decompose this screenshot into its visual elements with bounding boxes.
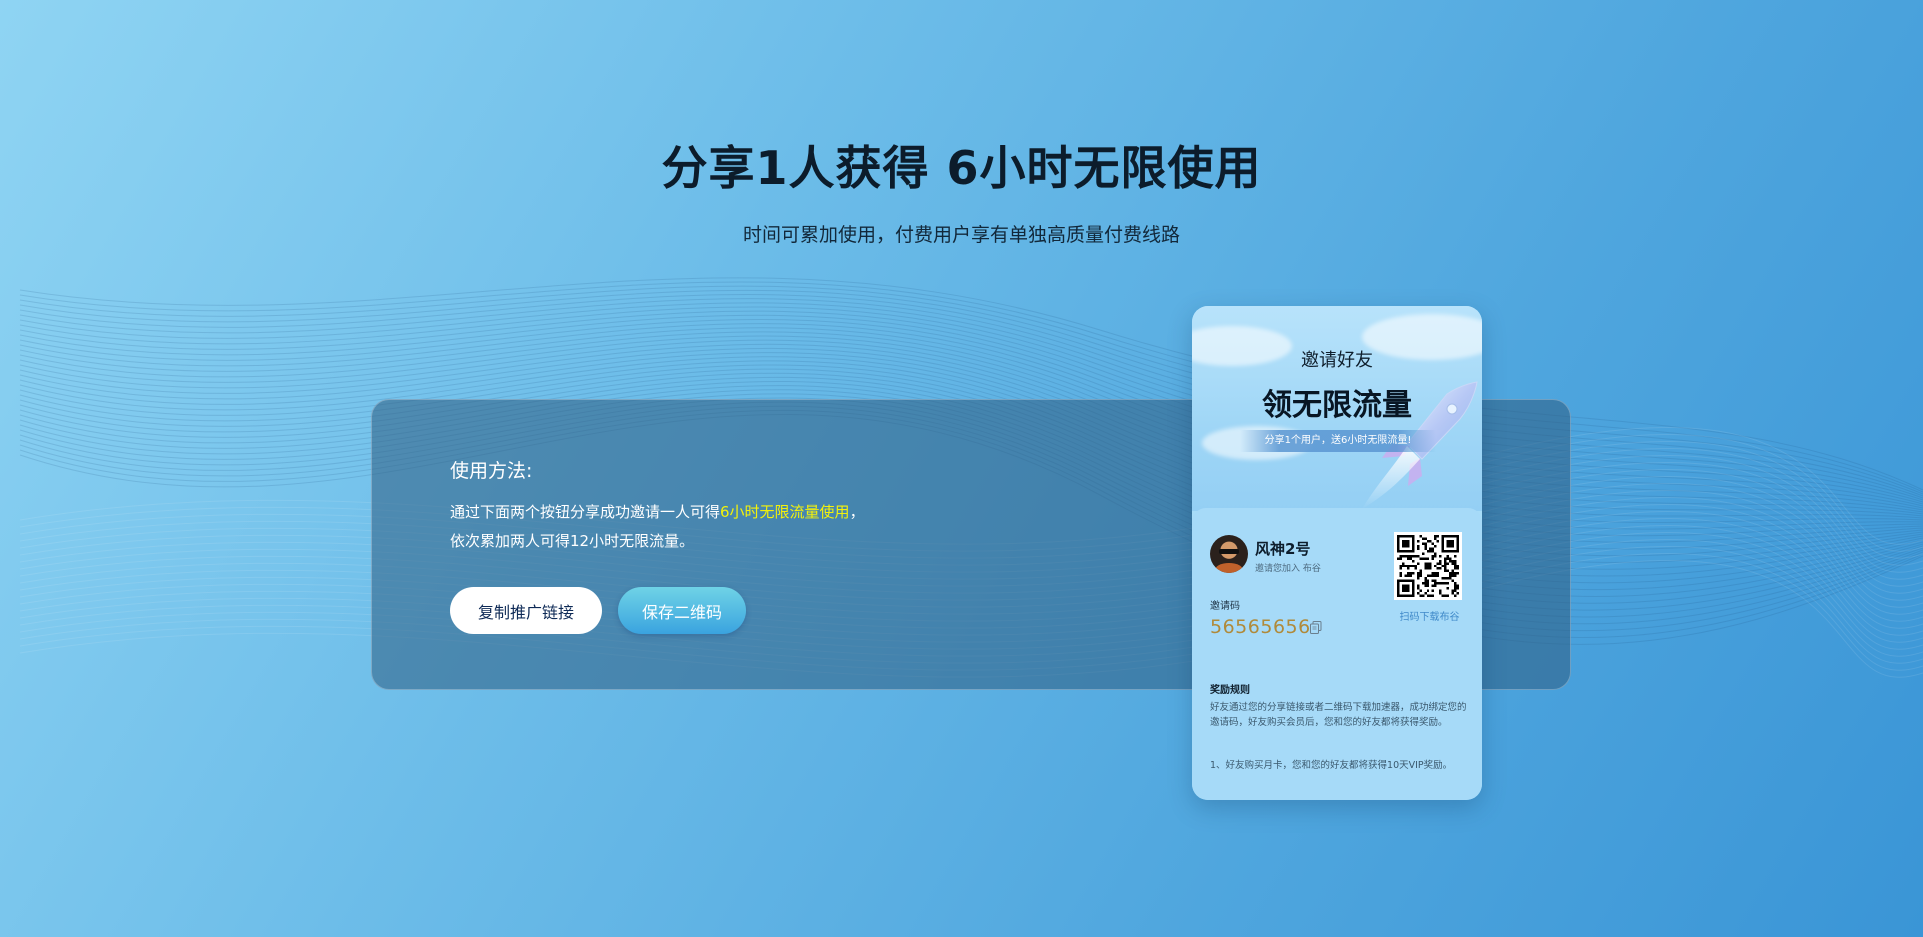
qr-caption: 扫码下载布谷 [1399, 612, 1460, 623]
page-title: 分享1人获得 6小时无限使用 [661, 141, 1262, 195]
rules-text: 好友通过您的分享链接或者二维码下载加速器，成功绑定您的邀请码，好友购买会员后，您… [1210, 702, 1467, 728]
rules-title: 奖励规则 [1210, 685, 1250, 696]
avatar-glasses [1219, 549, 1239, 554]
save-qr-button[interactable]: 保存二维码 [618, 587, 746, 634]
qr-code [1394, 532, 1462, 600]
rules-item: 1、好友购买月卡，您和您的好友都将获得10天VIP奖励。 [1210, 760, 1453, 771]
user-name: 风神2号 [1255, 540, 1311, 558]
copy-link-button[interactable]: 复制推广链接 [450, 587, 602, 634]
usage-title: 使用方法: [450, 460, 533, 482]
avatar [1210, 535, 1248, 573]
avatar-shirt [1215, 563, 1243, 573]
invite-card-body: 风神2号 邀请您加入 布谷 扫码下载布谷 邀请码 56565656 奖励规则 好… [1192, 508, 1482, 800]
copy-icon[interactable] [1310, 621, 1322, 634]
usage-line-1-suffix: ， [849, 503, 865, 521]
invite-ribbon: 分享1个用户，送6小时无限流量! [1240, 430, 1436, 452]
invite-eyebrow: 邀请好友 [1301, 350, 1373, 371]
invite-card: 邀请好友 领无限流量 分享1个用户，送6小时无限流量! 风神2号 邀请您加入 布… [1192, 306, 1482, 800]
usage-line-2: 依次累加两人可得12小时无限流量。 [450, 532, 695, 550]
usage-highlight: 6小时无限流量使用 [720, 503, 850, 521]
invite-code-label: 邀请码 [1210, 601, 1240, 612]
invite-code-value: 56565656 [1210, 616, 1311, 638]
page-subtitle: 时间可累加使用，付费用户享有单独高质量付费线路 [742, 224, 1180, 246]
user-invite-text: 邀请您加入 布谷 [1255, 564, 1321, 574]
usage-line-1: 通过下面两个按钮分享成功邀请一人可得6小时无限流量使用， [450, 501, 865, 522]
usage-line-1-prefix: 通过下面两个按钮分享成功邀请一人可得 [450, 503, 721, 521]
invite-card-header: 邀请好友 领无限流量 分享1个用户，送6小时无限流量! [1192, 306, 1482, 511]
